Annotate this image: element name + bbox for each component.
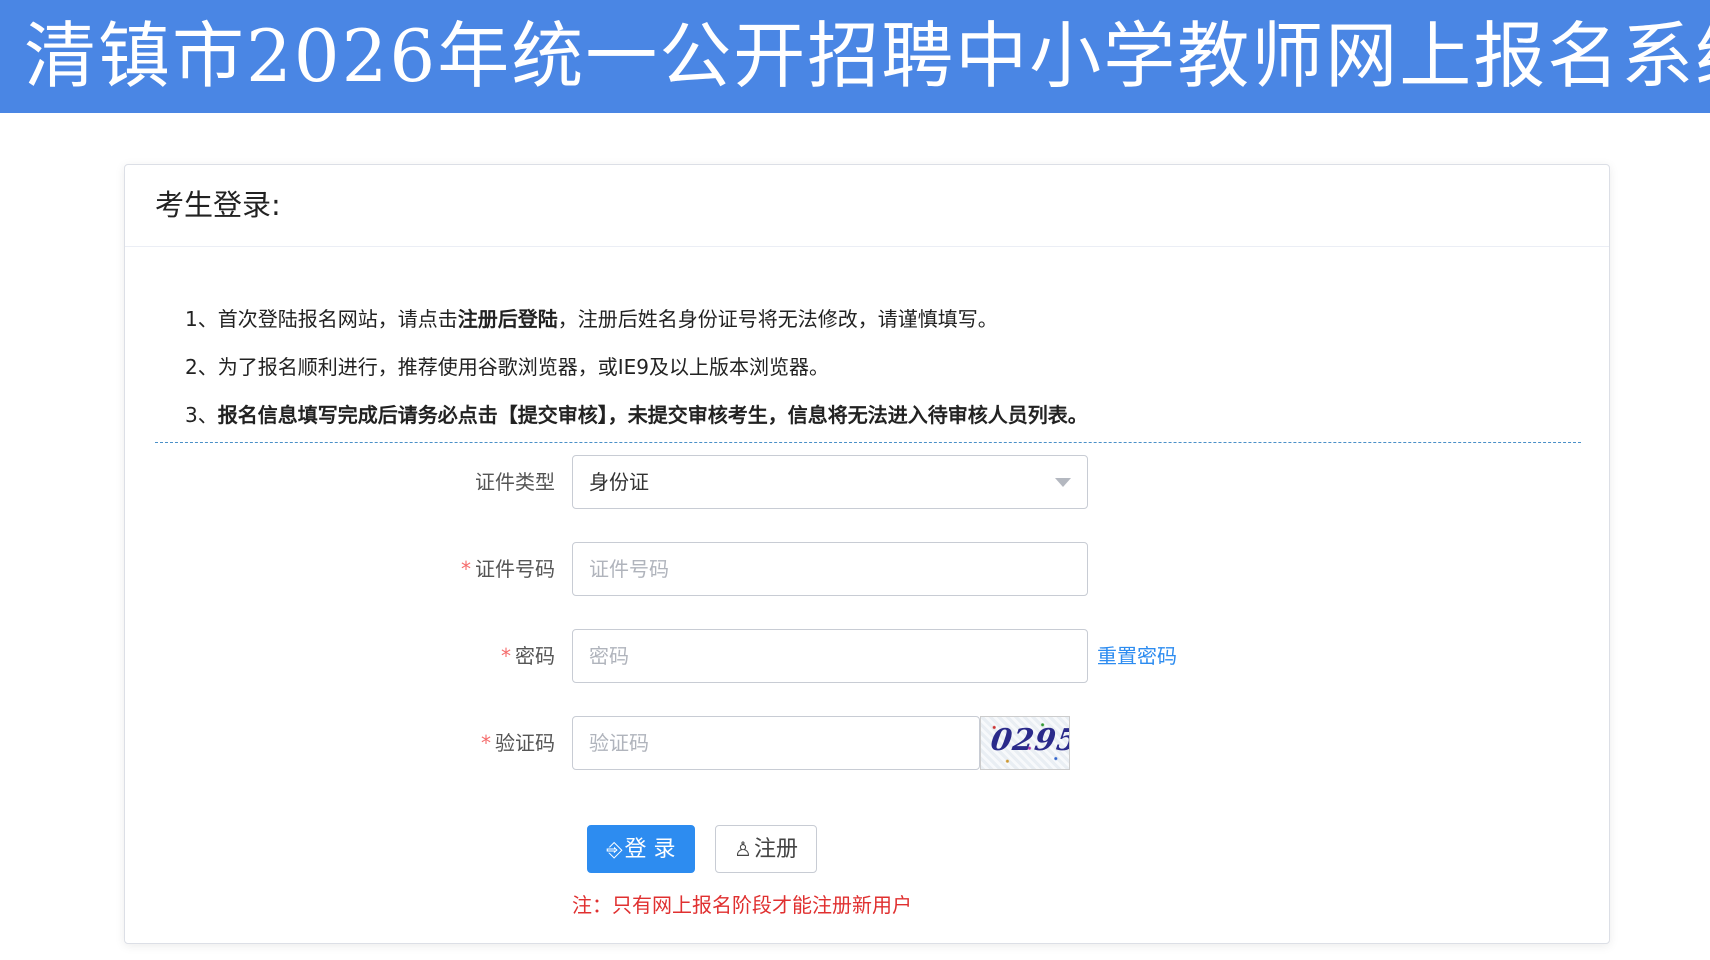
label-wrap-password: * 密码	[255, 629, 555, 683]
label-wrap-id-number: * 证件号码	[255, 542, 555, 596]
notice-1-text-bold: 注册后登陆	[457, 307, 558, 331]
register-button-label: 注册	[753, 837, 798, 862]
captcha-label: * 验证码	[255, 716, 555, 770]
label-wrap-id-type: 证件类型	[255, 455, 555, 509]
password-label: * 密码	[255, 629, 555, 683]
page-title: 清镇市2026年统一公开招聘中小学教师网上报名系统	[24, 14, 1710, 98]
captcha-code: 0295	[988, 723, 1070, 758]
required-mark: *	[481, 731, 491, 755]
captcha-label-text: 验证码	[495, 731, 555, 755]
id-type-label-text: 证件类型	[475, 470, 555, 494]
required-mark: *	[501, 644, 511, 668]
captcha-input[interactable]	[572, 716, 980, 770]
notice-1-text-pre: 1、首次登陆报名网站，请点击	[185, 307, 458, 331]
id-number-label-text: 证件号码	[475, 557, 555, 581]
login-button-label: 登 录	[624, 837, 676, 862]
notice-3-text-pre: 3、	[185, 403, 218, 427]
registration-note: 注：只有网上报名阶段才能注册新用户	[572, 893, 912, 917]
register-button[interactable]: ♙注册	[715, 825, 817, 873]
password-input[interactable]	[572, 629, 1088, 683]
id-type-label: 证件类型	[255, 455, 555, 509]
label-wrap-captcha: * 验证码	[255, 716, 555, 770]
notice-item-2: 2、为了报名顺利进行，推荐使用谷歌浏览器，或IE9及以上版本浏览器。	[185, 343, 1088, 391]
dashed-divider	[155, 442, 1581, 443]
reset-password-link[interactable]: 重置密码	[1097, 629, 1177, 683]
notice-list: 1、首次登陆报名网站，请点击注册后登陆，注册后姓名身份证号将无法修改，请谨慎填写…	[185, 295, 1088, 439]
notice-item-1: 1、首次登陆报名网站，请点击注册后登陆，注册后姓名身份证号将无法修改，请谨慎填写…	[185, 295, 1088, 343]
captcha-image[interactable]: 0295	[980, 716, 1070, 770]
notice-item-3: 3、报名信息填写完成后请务必点击【提交审核】，未提交审核考生，信息将无法进入待审…	[185, 391, 1088, 439]
id-type-select[interactable]: 身份证	[572, 455, 1088, 509]
id-type-selected-value: 身份证	[589, 470, 649, 494]
notice-2-text: 2、为了报名顺利进行，推荐使用谷歌浏览器，或IE9及以上版本浏览器。	[185, 355, 829, 379]
card-header: 考生登录:	[125, 165, 1609, 247]
login-button[interactable]: ⎆登 录	[587, 825, 695, 873]
id-number-input[interactable]	[572, 542, 1088, 596]
card-title: 考生登录:	[155, 188, 281, 222]
password-label-text: 密码	[515, 644, 555, 668]
user-icon: ♙	[734, 837, 752, 861]
required-mark: *	[461, 557, 471, 581]
login-card: 考生登录: 1、首次登陆报名网站，请点击注册后登陆，注册后姓名身份证号将无法修改…	[124, 164, 1610, 944]
notice-1-text-post: ，注册后姓名身份证号将无法修改，请谨慎填写。	[557, 307, 998, 331]
id-number-label: * 证件号码	[255, 542, 555, 596]
chevron-down-icon	[1055, 478, 1071, 487]
login-icon: ⎆	[606, 837, 623, 861]
notice-3-text-bold: 报名信息填写完成后请务必点击【提交审核】，未提交审核考生，信息将无法进入待审核人…	[217, 403, 1088, 427]
header-banner: 清镇市2026年统一公开招聘中小学教师网上报名系统	[0, 0, 1710, 113]
